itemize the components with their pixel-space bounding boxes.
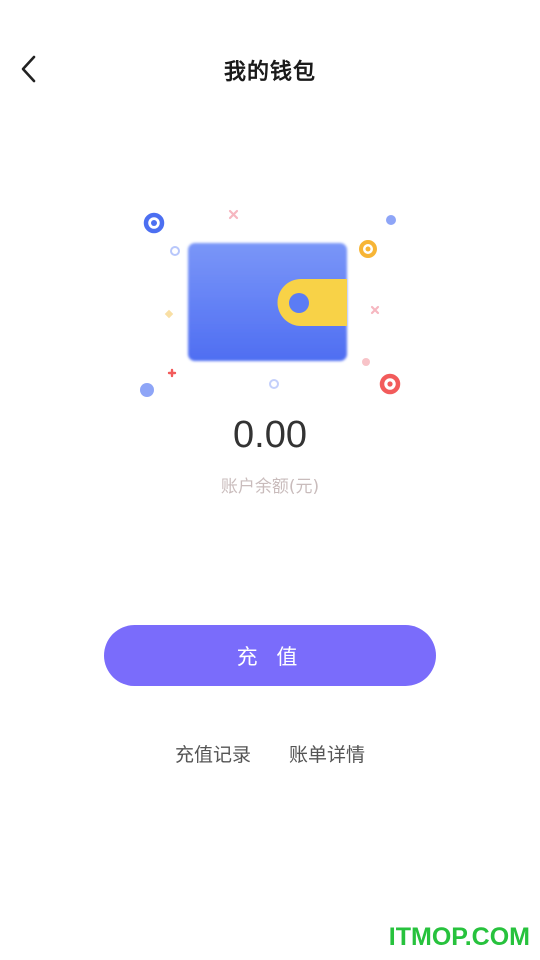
balance-amount: 0.00 bbox=[233, 414, 307, 456]
page-title: 我的钱包 bbox=[223, 60, 316, 85]
bill-details-link[interactable]: 账单详情 bbox=[289, 740, 365, 767]
nav-bar: 我的钱包 bbox=[0, 40, 540, 98]
watermark: ITMOP.COM bbox=[388, 923, 530, 951]
recharge-button[interactable]: 充 值 bbox=[104, 625, 436, 686]
balance-label: 账户余额(元) bbox=[220, 477, 320, 497]
wallet-icon bbox=[140, 209, 401, 397]
wallet-links: 充值记录 账单详情 bbox=[0, 740, 540, 767]
wallet-illustration bbox=[130, 200, 410, 410]
recharge-records-link[interactable]: 充值记录 bbox=[175, 740, 251, 767]
